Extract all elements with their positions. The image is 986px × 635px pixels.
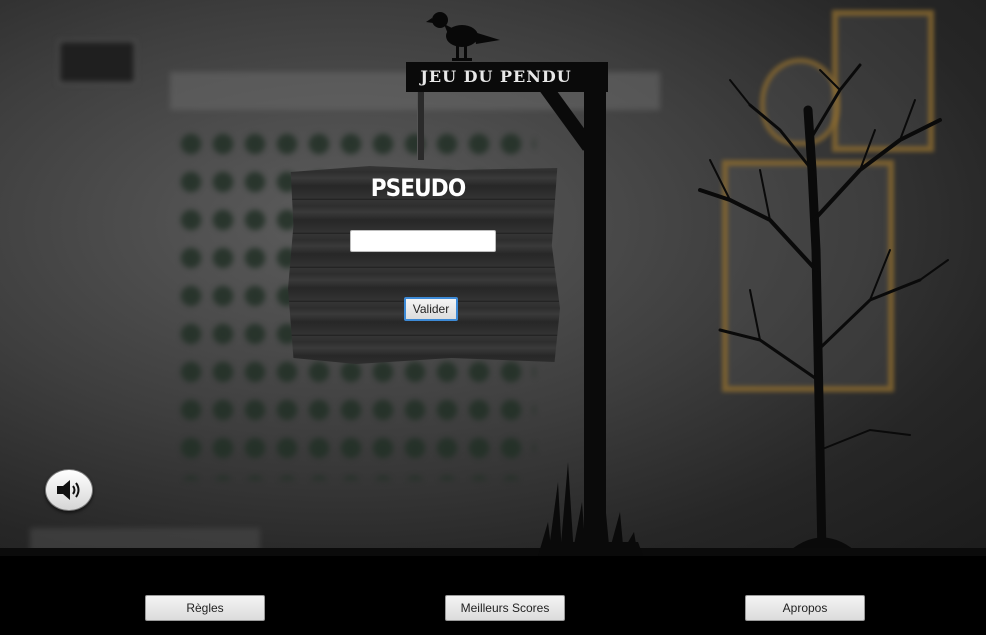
rules-button[interactable]: Règles [145,595,265,621]
ground [0,548,986,556]
best-scores-button[interactable]: Meilleurs Scores [445,595,565,621]
dead-tree [698,63,949,556]
sound-toggle-button[interactable] [45,469,93,511]
background-scene: JEU DU PENDU PSEUDO Valider [0,0,986,556]
crow-icon [426,12,500,61]
pseudo-heading: PSEUDO [370,174,466,202]
pseudo-input[interactable] [350,230,496,252]
background-plaque [58,40,136,84]
game-title: JEU DU PENDU [420,67,572,86]
speaker-volume-icon [57,480,80,500]
validate-button[interactable]: Valider [404,297,458,321]
rope [417,92,424,160]
gallows-post [584,78,606,548]
hangman-window: JEU DU PENDU PSEUDO Valider Règles Meill… [0,0,986,635]
about-button[interactable]: Apropos [745,595,865,621]
